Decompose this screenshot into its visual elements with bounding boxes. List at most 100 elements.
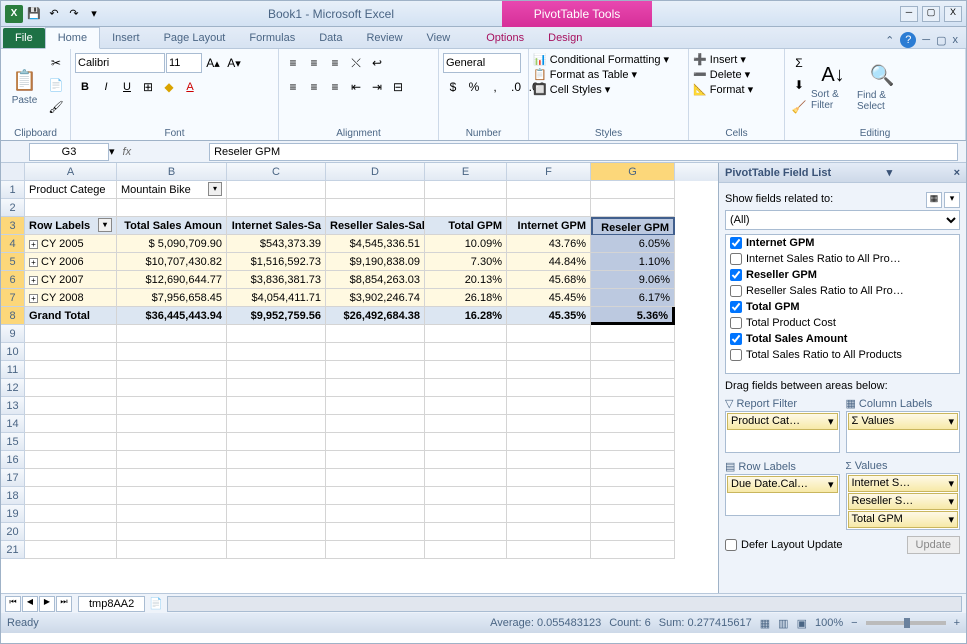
excel-icon[interactable]: X [5, 5, 23, 23]
cell[interactable]: 44.84% [507, 253, 591, 271]
field-item[interactable]: Total Sales Ratio to All Products [726, 347, 959, 363]
cell[interactable] [25, 325, 117, 343]
cell[interactable] [25, 505, 117, 523]
horizontal-scrollbar[interactable] [167, 596, 962, 612]
cell[interactable] [507, 379, 591, 397]
align-center-icon[interactable]: ≡ [304, 77, 324, 97]
cell[interactable] [326, 415, 425, 433]
redo-icon[interactable]: ↷ [65, 5, 83, 23]
save-icon[interactable]: 💾 [25, 5, 43, 23]
column-labels-area[interactable]: Σ Values▾ [846, 411, 961, 453]
cell[interactable] [25, 361, 117, 379]
align-bottom-icon[interactable]: ≡ [325, 53, 345, 73]
cell[interactable] [425, 181, 507, 199]
zoom-slider[interactable] [866, 621, 946, 625]
field-item[interactable]: Internet GPM [726, 235, 959, 251]
cell[interactable] [117, 397, 227, 415]
row-header[interactable]: 18 [1, 487, 25, 505]
cell[interactable] [117, 469, 227, 487]
cell[interactable]: 6.05% [591, 235, 675, 253]
formula-input[interactable] [209, 143, 958, 161]
tab-data[interactable]: Data [307, 28, 354, 48]
area-field[interactable]: Due Date.Cal…▾ [727, 476, 838, 493]
fill-color-icon[interactable]: ◆ [159, 77, 179, 97]
cell[interactable] [117, 505, 227, 523]
cell[interactable] [326, 343, 425, 361]
tab-page-layout[interactable]: Page Layout [152, 28, 238, 48]
tab-options[interactable]: Options [474, 28, 536, 48]
cell[interactable]: +CY 2006 [25, 253, 117, 271]
column-header[interactable]: F [507, 163, 591, 181]
name-box[interactable] [29, 143, 109, 161]
cell[interactable] [425, 361, 507, 379]
increase-indent-icon[interactable]: ⇥ [367, 77, 387, 97]
select-all-corner[interactable] [1, 163, 25, 181]
align-right-icon[interactable]: ≡ [325, 77, 345, 97]
tab-home[interactable]: Home [45, 27, 100, 49]
cell[interactable] [591, 505, 675, 523]
cell[interactable] [425, 541, 507, 559]
field-checkbox[interactable] [730, 301, 742, 313]
related-tables-select[interactable]: (All) [725, 210, 960, 230]
cell[interactable]: $ 5,090,709.90 [117, 235, 227, 253]
cell[interactable] [25, 487, 117, 505]
cell[interactable] [25, 469, 117, 487]
row-header[interactable]: 17 [1, 469, 25, 487]
area-field-dropdown-icon[interactable]: ▾ [948, 513, 954, 526]
cell[interactable]: +CY 2005 [25, 235, 117, 253]
cell[interactable] [591, 397, 675, 415]
cell[interactable]: 45.35% [507, 307, 591, 325]
increase-font-icon[interactable]: A▴ [203, 53, 223, 73]
cell[interactable] [425, 523, 507, 541]
cell[interactable] [425, 469, 507, 487]
field-checkbox[interactable] [730, 317, 742, 329]
cell-styles-button[interactable]: 🔲 Cell Styles ▾ [533, 83, 610, 96]
cell[interactable] [227, 325, 326, 343]
field-item[interactable]: Total Sales Amount [726, 331, 959, 347]
sort-filter-button[interactable]: A↓Sort & Filter [811, 53, 855, 121]
cell[interactable] [25, 199, 117, 217]
cell[interactable]: $3,836,381.73 [227, 271, 326, 289]
find-select-button[interactable]: 🔍Find & Select [857, 53, 907, 121]
cell[interactable] [591, 325, 675, 343]
expand-icon[interactable]: + [29, 258, 38, 267]
minimize-ribbon-icon[interactable]: ⌃ [885, 34, 894, 47]
row-header[interactable]: 1 [1, 181, 25, 199]
cell[interactable]: Grand Total [25, 307, 117, 325]
cell[interactable] [326, 469, 425, 487]
copy-icon[interactable]: 📄 [46, 75, 66, 95]
row-header[interactable]: 5 [1, 253, 25, 271]
format-painter-icon[interactable]: 🖌 [46, 97, 66, 117]
area-field[interactable]: Internet S…▾ [848, 475, 959, 492]
comma-icon[interactable]: , [485, 77, 505, 97]
cell[interactable] [507, 415, 591, 433]
doc-minimize-icon[interactable]: ─ [922, 34, 930, 46]
cell[interactable] [507, 433, 591, 451]
cell[interactable]: Row Labels▾ [25, 217, 117, 235]
cell[interactable] [507, 469, 591, 487]
minimize-button[interactable]: ─ [900, 6, 918, 22]
field-list-close-icon[interactable]: × [954, 167, 960, 179]
cell[interactable]: +CY 2008 [25, 289, 117, 307]
filter-dropdown-icon[interactable]: ▾ [208, 182, 222, 196]
cell[interactable] [117, 415, 227, 433]
decrease-indent-icon[interactable]: ⇤ [346, 77, 366, 97]
cell[interactable] [591, 181, 675, 199]
delete-cells-button[interactable]: ➖ Delete ▾ [693, 68, 750, 81]
cell[interactable] [227, 415, 326, 433]
cell[interactable] [326, 181, 425, 199]
cell[interactable] [117, 325, 227, 343]
cell[interactable] [227, 199, 326, 217]
align-middle-icon[interactable]: ≡ [304, 53, 324, 73]
name-box-dropdown-icon[interactable]: ▾ [109, 145, 115, 158]
field-item[interactable]: Internet Sales Ratio to All Pro… [726, 251, 959, 267]
percent-icon[interactable]: % [464, 77, 484, 97]
cell[interactable] [117, 379, 227, 397]
number-format-select[interactable] [443, 53, 521, 73]
field-checkbox[interactable] [730, 349, 742, 361]
cell[interactable] [326, 379, 425, 397]
cell[interactable] [425, 325, 507, 343]
field-checkbox[interactable] [730, 269, 742, 281]
cell[interactable]: Reseler GPM [591, 217, 675, 235]
defer-update-checkbox[interactable] [725, 539, 737, 551]
